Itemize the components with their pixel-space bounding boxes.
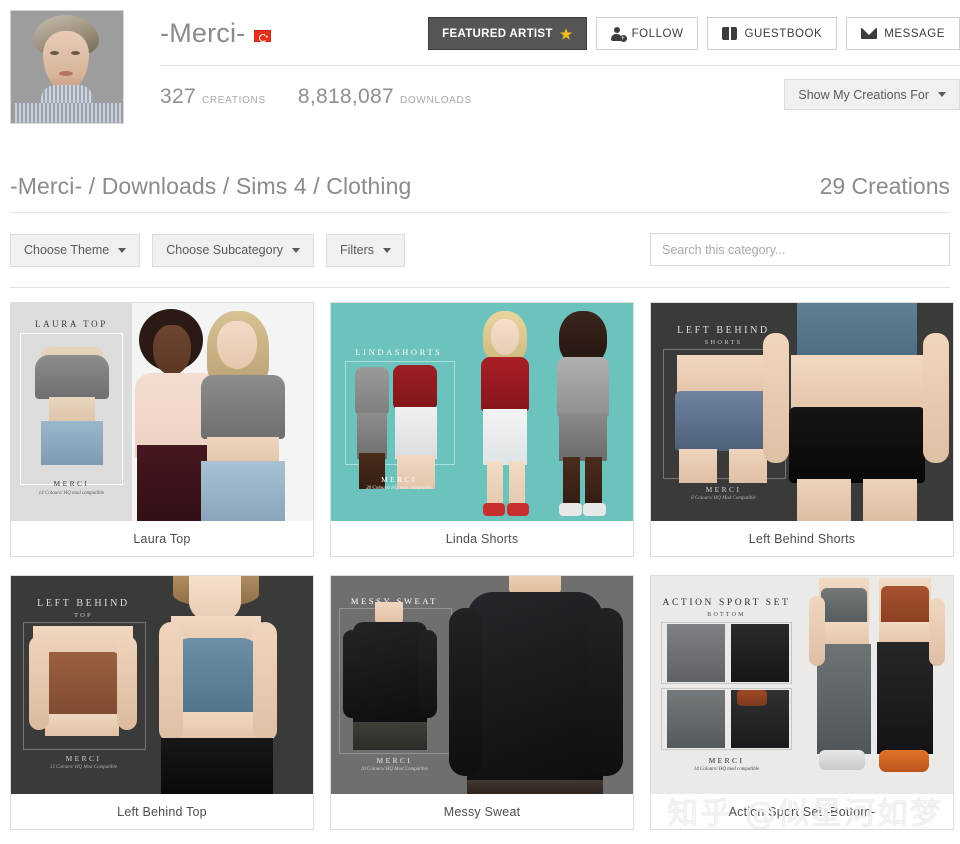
promo-colours: 14 Colours/ HQ mod compatible — [693, 767, 760, 772]
profile-header-main: -Merci- FEATURED ARTIST ★ + FOLLOW GUEST… — [124, 10, 960, 128]
filter-divider — [10, 287, 950, 288]
promo-panel: LEFT BEHIND TOP MERCI 12 Colours/ HQ Mod… — [11, 576, 156, 794]
featured-artist-badge[interactable]: FEATURED ARTIST ★ — [428, 17, 587, 50]
creations-label: CREATIONS — [201, 95, 266, 106]
downloads-label: DOWNLOADS — [399, 95, 472, 106]
guestbook-label: GUESTBOOK — [744, 27, 823, 40]
show-my-creations-dropdown[interactable]: Show My Creations For — [784, 79, 960, 110]
avatar-eye-right — [71, 51, 80, 55]
downloads-count: 8,818,087 — [297, 85, 394, 108]
creations-grid: LAURA TOP MERCI 14 Colours/ HQ mod compa… — [10, 302, 960, 830]
follow-button[interactable]: + FOLLOW — [595, 17, 699, 50]
promo-brand: MERCI — [376, 756, 413, 765]
promo-panel: MESSY SWEAT MERCI 10 Colours/ HQ Mod Com… — [331, 576, 458, 794]
breadcrumb[interactable]: -Merci- / Downloads / Sims 4 / Clothing — [10, 173, 411, 200]
creation-thumbnail: LEFT BEHIND TOP MERCI 12 Colours/ HQ Mod… — [11, 576, 313, 794]
creation-card[interactable]: LAURA TOP MERCI 14 Colours/ HQ mod compa… — [10, 302, 314, 557]
creation-card[interactable]: MESSY SWEAT MERCI 10 Colours/ HQ Mod Com… — [330, 575, 634, 830]
chevron-down-icon — [292, 247, 300, 253]
profile-header: -Merci- FEATURED ARTIST ★ + FOLLOW GUEST… — [0, 0, 960, 128]
breadcrumb-divider — [10, 212, 950, 213]
stat-downloads: 8,818,087 DOWNLOADS — [298, 85, 472, 109]
avatar[interactable] — [10, 10, 124, 124]
promo-colours: 8 Colours/ HQ Mod Compatible — [691, 496, 756, 501]
creation-title: Laura Top — [133, 531, 191, 546]
choose-subcategory-label: Choose Subcategory — [166, 243, 283, 257]
promo-brand: MERCI — [705, 485, 742, 494]
turkey-flag-icon — [254, 30, 272, 42]
creation-card[interactable]: LEFT BEHIND SHORTS MERCI 8 Colours/ HQ M… — [650, 302, 954, 557]
promo-panel: LAURA TOP MERCI 14 Colours/ HQ mod compa… — [11, 303, 132, 521]
promo-colours: 12 Colours/ HQ Mod Compatible — [49, 765, 118, 770]
creation-thumbnail: LAURA TOP MERCI 14 Colours/ HQ mod compa… — [11, 303, 313, 521]
star-icon: ★ — [559, 25, 573, 42]
creation-thumbnail: LINDASHORTS MERCI 20 Colours/ HQ mod com… — [331, 303, 633, 521]
creation-title: Linda Shorts — [445, 531, 519, 546]
creation-title: Left Behind Top — [117, 804, 207, 819]
promo-brand: MERCI — [708, 756, 745, 765]
choose-theme-dropdown[interactable]: Choose Theme — [10, 233, 141, 267]
creation-thumbnail: LEFT BEHIND SHORTS MERCI 8 Colours/ HQ M… — [651, 303, 953, 521]
promo-subtitle: TOP — [74, 612, 93, 619]
promo-title: LINDASHORTS — [355, 347, 443, 357]
search-input[interactable] — [650, 233, 950, 266]
promo-subtitle: BOTTOM — [707, 612, 746, 618]
filters-label: Filters — [340, 243, 375, 257]
creation-card[interactable]: LEFT BEHIND TOP MERCI 12 Colours/ HQ Mod… — [10, 575, 314, 830]
guestbook-button[interactable]: GUESTBOOK — [707, 17, 838, 50]
creation-title: Left Behind Shorts — [748, 531, 856, 546]
creation-card[interactable]: ACTION SPORT SET BOTTOM MERCI 14 Colours… — [650, 575, 954, 830]
promo-title: LEFT BEHIND — [37, 598, 130, 609]
follow-label: FOLLOW — [631, 27, 684, 40]
creation-thumbnail: ACTION SPORT SET BOTTOM MERCI 14 Colours… — [651, 576, 953, 794]
promo-colours: 20 Colours/ HQ mod compatible — [366, 486, 432, 491]
creation-thumbnail: MESSY SWEAT MERCI 10 Colours/ HQ Mod Com… — [331, 576, 633, 794]
breadcrumb-row: -Merci- / Downloads / Sims 4 / Clothing … — [10, 164, 950, 208]
stat-creations: 327 CREATIONS — [160, 85, 266, 109]
message-label: MESSAGE — [884, 27, 945, 40]
filter-bar: Choose Theme Choose Subcategory Filters — [10, 233, 950, 267]
creation-title: Action Sport Set -Bottom- — [728, 804, 876, 819]
chevron-down-icon — [118, 247, 127, 253]
promo-colours: 10 Colours/ HQ Mod Compatible — [360, 767, 429, 772]
chevron-down-icon — [938, 92, 946, 97]
page-title: -Merci- — [160, 17, 246, 48]
profile-action-buttons: FEATURED ARTIST ★ + FOLLOW GUESTBOOK MES… — [428, 17, 960, 50]
promo-panel: LINDASHORTS MERCI 20 Colours/ HQ mod com… — [331, 303, 467, 521]
message-button[interactable]: MESSAGE — [846, 17, 960, 50]
creation-card[interactable]: LINDASHORTS MERCI 20 Colours/ HQ mod com… — [330, 302, 634, 557]
choose-theme-label: Choose Theme — [24, 243, 110, 257]
avatar-eye-left — [50, 51, 59, 55]
profile-stats: 327 CREATIONS 8,818,087 DOWNLOADS Show M… — [160, 66, 960, 128]
creations-total-count: 29 Creations — [819, 172, 950, 199]
creator-profile-page: -Merci- FEATURED ARTIST ★ + FOLLOW GUEST… — [0, 0, 960, 844]
choose-subcategory-dropdown[interactable]: Choose Subcategory — [152, 233, 314, 267]
book-icon — [722, 27, 738, 40]
promo-panel: ACTION SPORT SET BOTTOM MERCI 14 Colours… — [651, 576, 802, 794]
featured-artist-label: FEATURED ARTIST — [442, 27, 553, 40]
chevron-down-icon — [383, 247, 392, 253]
filters-dropdown[interactable]: Filters — [326, 233, 406, 267]
promo-title: LAURA TOP — [34, 319, 108, 329]
avatar-sweater — [15, 103, 121, 123]
person-add-icon: + — [610, 26, 627, 42]
promo-title: ACTION SPORT SET — [662, 598, 791, 608]
creation-title: Messy Sweat — [443, 804, 521, 819]
avatar-lips — [59, 71, 73, 76]
promo-brand: MERCI — [381, 475, 417, 484]
mail-icon — [861, 28, 878, 39]
creations-count: 327 — [160, 85, 196, 108]
promo-colours: 14 Colours/ HQ mod compatible — [38, 491, 105, 496]
promo-brand: MERCI — [53, 479, 90, 488]
show-my-creations-label: Show My Creations For — [798, 87, 929, 102]
promo-brand: MERCI — [65, 754, 102, 763]
